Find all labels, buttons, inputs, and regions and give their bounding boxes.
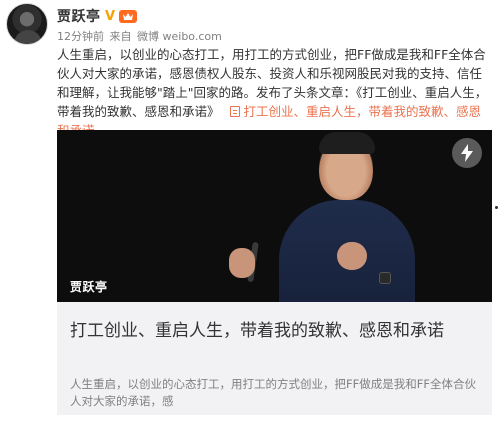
article-summary: 人生重启，以创业的心态打工，用打工的方式创业，把FF做成是我和FF全体合伙人对大…	[70, 377, 476, 408]
speaker-watch	[379, 272, 391, 284]
post-body: 人生重启，以创业的心态打工，用打工的方式创业，把FF做成是我和FF全体合伙人对大…	[57, 45, 492, 140]
verified-badge-icon: V	[104, 8, 116, 24]
post-time[interactable]: 12分钟前	[57, 30, 104, 43]
article-link-icon	[229, 106, 240, 117]
scroll-indicator	[495, 206, 498, 209]
article-cover-image[interactable]: 贾跃亭	[57, 130, 492, 302]
lightning-icon[interactable]	[452, 138, 482, 168]
source-prefix: 来自	[109, 30, 132, 43]
vip-level-icon[interactable]	[118, 9, 137, 23]
cover-author-label: 贾跃亭	[70, 280, 108, 294]
post-meta: 12分钟前 来自 微博 weibo.com	[57, 28, 224, 44]
speaker-hair	[319, 132, 375, 154]
post-source[interactable]: 微博 weibo.com	[137, 30, 222, 43]
speaker-right-hand	[337, 242, 367, 270]
author-name[interactable]: 贾跃亭	[57, 6, 101, 26]
author-row: 贾跃亭 V	[57, 7, 137, 25]
speaker-left-hand	[229, 248, 255, 278]
article-card[interactable]: 贾跃亭 打工创业、重启人生，带着我的致歉、感恩和承诺 人生重启，以创业的心态打工…	[57, 130, 492, 415]
article-title[interactable]: 打工创业、重启人生，带着我的致歉、感恩和承诺	[70, 318, 480, 344]
avatar[interactable]	[6, 3, 48, 45]
